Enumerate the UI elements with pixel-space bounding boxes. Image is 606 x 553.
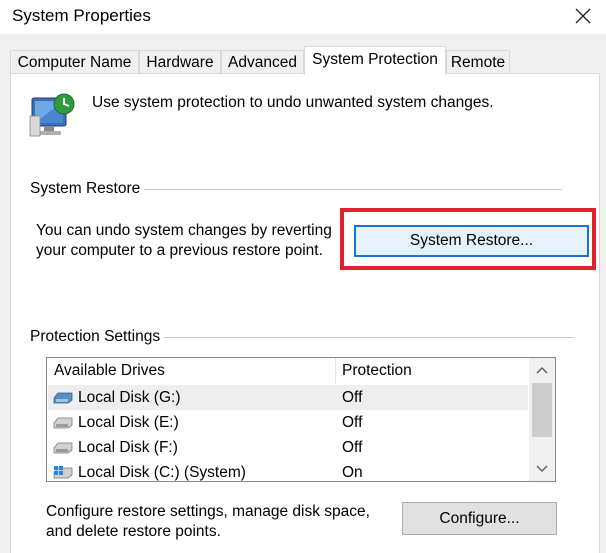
drive-name: Local Disk (F:) bbox=[78, 439, 178, 456]
system-protection-icon bbox=[29, 93, 75, 137]
column-header-available-drives[interactable]: Available Drives bbox=[54, 358, 165, 384]
drives-list[interactable]: Available Drives Protection Local Disk (… bbox=[46, 357, 556, 482]
tab-system-protection[interactable]: System Protection bbox=[304, 46, 446, 75]
configure-description-line-1: Configure restore settings, manage disk … bbox=[46, 503, 370, 520]
tab-remote[interactable]: Remote bbox=[446, 50, 510, 74]
scroll-up-button[interactable] bbox=[529, 358, 555, 382]
highlight-box bbox=[340, 208, 596, 270]
drive-protection: Off bbox=[342, 439, 363, 456]
configure-description: Configure restore settings, manage disk … bbox=[46, 502, 370, 542]
protection-settings-label: Protection Settings bbox=[30, 328, 165, 346]
system-restore-description-line-2: your computer to a previous restore poin… bbox=[36, 242, 323, 259]
drive-protection: Off bbox=[342, 414, 363, 431]
drive-row-g[interactable]: Local Disk (G:) Off bbox=[48, 385, 528, 410]
hard-drive-icon bbox=[53, 442, 73, 454]
hard-drive-icon bbox=[53, 417, 73, 429]
drive-name: Local Disk (G:) bbox=[78, 389, 181, 406]
scroll-thumb[interactable] bbox=[532, 383, 552, 437]
tab-hardware[interactable]: Hardware bbox=[139, 50, 221, 74]
configure-button[interactable]: Configure... bbox=[402, 502, 557, 535]
configure-description-line-2: and delete restore points. bbox=[46, 523, 221, 540]
column-header-protection[interactable]: Protection bbox=[342, 358, 412, 384]
drive-protection: Off bbox=[342, 389, 363, 406]
system-restore-description-line-1: You can undo system changes by reverting bbox=[36, 222, 332, 239]
drive-protection: On bbox=[342, 464, 363, 481]
drive-name: Local Disk (E:) bbox=[78, 414, 179, 431]
drive-row-c[interactable]: Local Disk (C:) (System) On bbox=[48, 460, 528, 481]
drive-name: Local Disk (C:) (System) bbox=[78, 464, 246, 481]
drive-row-e[interactable]: Local Disk (E:) Off bbox=[48, 410, 528, 435]
removable-drive-icon bbox=[53, 392, 73, 404]
intro-text: Use system protection to undo unwanted s… bbox=[92, 94, 494, 111]
tab-computer-name[interactable]: Computer Name bbox=[10, 50, 139, 74]
close-icon bbox=[575, 8, 591, 24]
chevron-up-icon bbox=[536, 366, 548, 374]
drive-row-f[interactable]: Local Disk (F:) Off bbox=[48, 435, 528, 460]
close-button[interactable] bbox=[560, 0, 606, 32]
chevron-down-icon bbox=[536, 465, 548, 473]
column-separator bbox=[335, 358, 336, 384]
tab-advanced[interactable]: Advanced bbox=[221, 50, 304, 74]
system-drive-icon bbox=[53, 466, 73, 479]
system-restore-label: System Restore bbox=[30, 180, 145, 198]
drives-scrollbar[interactable] bbox=[529, 358, 555, 481]
title-bar: System Properties bbox=[0, 0, 606, 34]
system-restore-description: You can undo system changes by reverting… bbox=[36, 221, 332, 261]
scroll-down-button[interactable] bbox=[529, 457, 555, 481]
window-title: System Properties bbox=[12, 6, 151, 25]
